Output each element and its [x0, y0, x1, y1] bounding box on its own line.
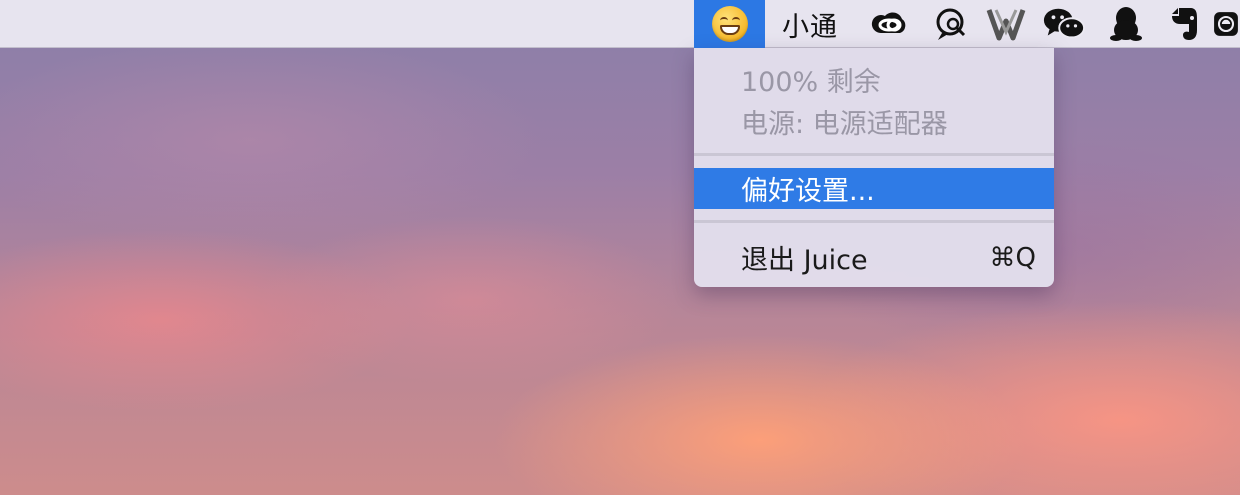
power-source-text: 电源: 电源适配器 [741, 109, 948, 140]
desktop-wallpaper: 小通 100% 剩余 电源: 电源适配器 偏好设置... 退出 Juice ⌘Q [0, 0, 1240, 495]
partial-app-icon[interactable] [1212, 0, 1240, 48]
w-logo-icon[interactable] [984, 0, 1028, 48]
preferences-menu-item[interactable]: 偏好设置... [694, 168, 1054, 209]
search-bubble-icon[interactable] [930, 0, 974, 48]
menu-bar: 小通 [0, 0, 1240, 48]
battery-status-text: 100% 剩余 [741, 67, 881, 98]
menu-separator [694, 153, 1054, 156]
quit-label: 退出 Juice [741, 245, 868, 276]
juice-dropdown-menu: 100% 剩余 电源: 电源适配器 偏好设置... 退出 Juice ⌘Q [694, 48, 1054, 287]
wechat-icon[interactable] [1042, 0, 1086, 48]
preferences-label: 偏好设置... [741, 176, 875, 207]
xiaotong-menu-extra[interactable]: 小通 [770, 0, 850, 48]
grinning-face-icon [711, 6, 748, 42]
creative-cloud-icon[interactable] [868, 0, 912, 48]
menu-separator [694, 220, 1054, 223]
evernote-icon[interactable] [1162, 0, 1206, 48]
juice-menu-extra[interactable] [694, 0, 765, 48]
qq-penguin-icon[interactable] [1104, 0, 1148, 48]
quit-menu-item[interactable]: 退出 Juice ⌘Q [694, 237, 1054, 278]
quit-shortcut: ⌘Q [989, 242, 1036, 273]
